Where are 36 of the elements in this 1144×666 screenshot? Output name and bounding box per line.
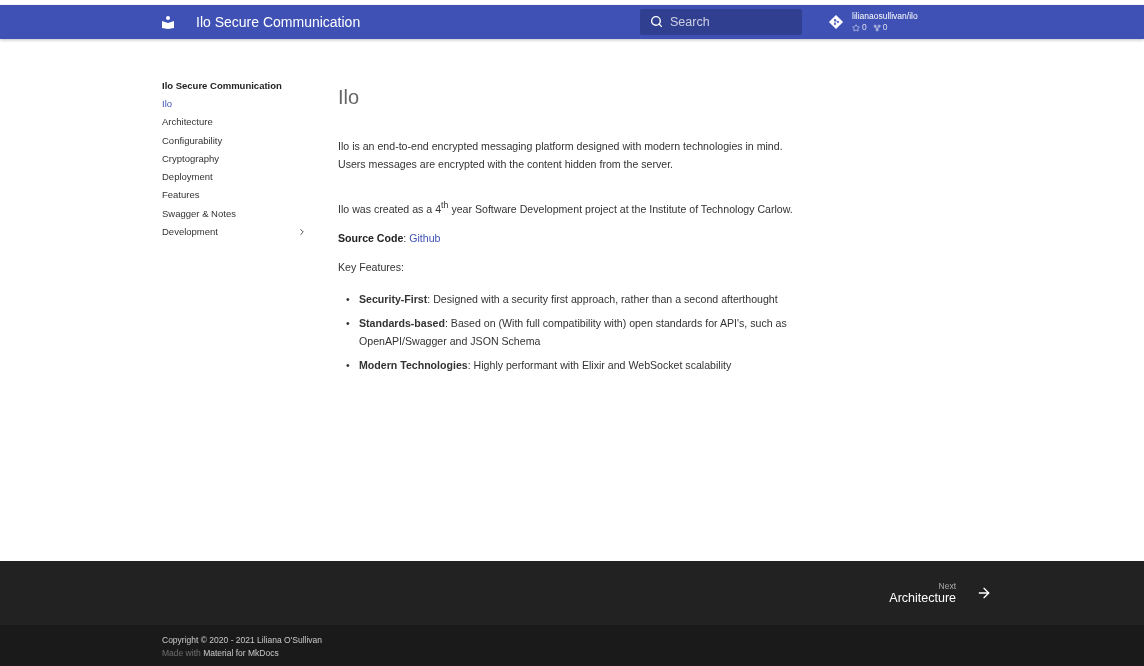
chevron-icon: [297, 227, 307, 238]
bullet: •: [346, 315, 351, 331]
search-field[interactable]: Search: [640, 9, 802, 35]
paragraph: Ilo is an end-to-end encrypted messaging platform designed with modern technologies in mind. Users messages are encrypted with the content hidden from the server.: [338, 139, 784, 172]
nav-title: Ilo Secure Communication: [162, 79, 283, 93]
nav-item[interactable]: Cryptography: [162, 149, 307, 169]
made-with-text: Made with Material for MkDocs: [162, 647, 280, 660]
fork-icon: [872, 23, 881, 32]
feature-item: Standards-based: Based on (With full compatibility with) open standards for API's, such as OpenAPI/Swagger and JSON Schema: [359, 315, 788, 349]
bullet: •: [346, 291, 351, 307]
next-page-link[interactable]: Next Architecture: [889, 581, 992, 605]
nav-item[interactable]: Deployment: [162, 168, 307, 187]
colon: :: [403, 231, 407, 244]
nav-item[interactable]: Ilo: [162, 95, 307, 114]
paragraph: Key Features:: [338, 259, 405, 275]
mkdocs-link[interactable]: Material for MkDocs: [203, 648, 279, 658]
feature-item: Security-First: Designed with a security first approach, rather than a second afterthought: [359, 291, 778, 307]
star-icon: [852, 23, 860, 32]
star-count: 0: [862, 22, 867, 33]
nav-item[interactable]: Swagger & Notes: [162, 204, 307, 224]
arrow-right-icon: [976, 585, 992, 601]
repository-link[interactable]: lilianaosullivan/ilo: [852, 11, 918, 22]
bullet: •: [346, 357, 351, 373]
feature-item: Modern Technologies: Highly performant with Elixir and WebSocket scalability: [359, 357, 732, 373]
nav-item[interactable]: Configurability: [162, 131, 307, 150]
book-reader-icon: [162, 15, 174, 29]
copyright-text: Copyright © 2020 - 2021 Liliana O'Sullivan: [162, 634, 324, 647]
page-heading: Ilo: [338, 85, 361, 109]
github-link[interactable]: Github: [409, 231, 441, 244]
fork-count: 0: [882, 22, 888, 33]
paragraph: Ilo was created as a 4$^{th}$ year Software Development project at the Institute of Technology Carlow.: [338, 199, 794, 217]
site-title: Ilo Secure Communication: [196, 14, 362, 30]
search-icon: [650, 15, 663, 28]
nav-item[interactable]: Architecture: [162, 113, 307, 132]
nav-item[interactable]: Development: [162, 223, 307, 242]
nav-item[interactable]: Features: [162, 186, 307, 205]
